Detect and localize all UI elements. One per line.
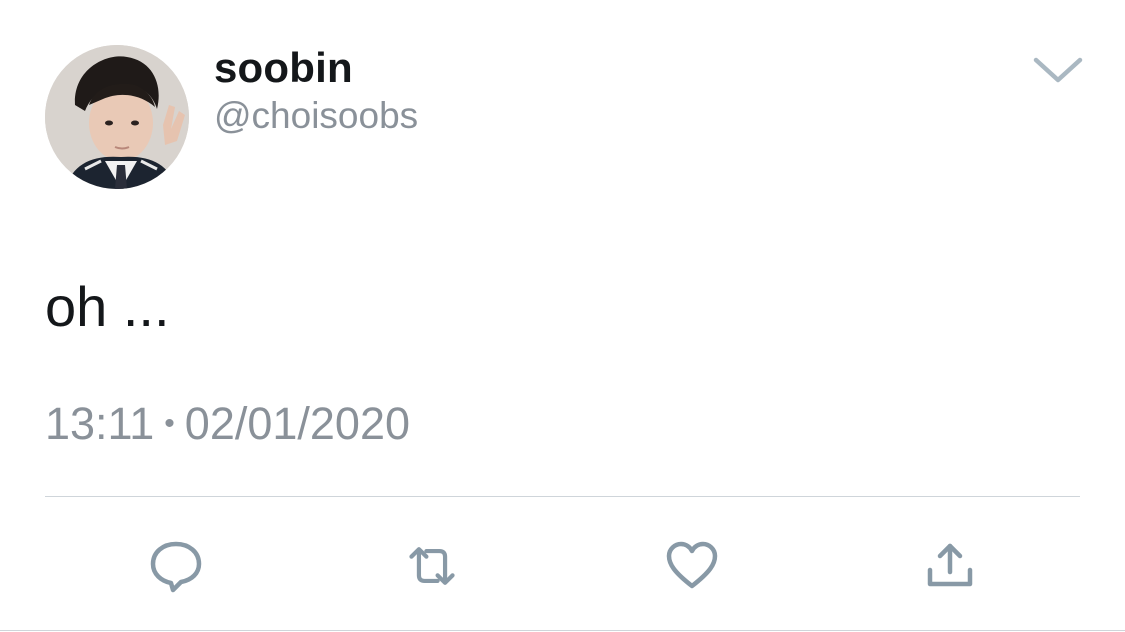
divider <box>45 496 1080 497</box>
reply-button[interactable] <box>148 538 204 594</box>
like-button[interactable] <box>664 538 720 594</box>
tweet-time: 13:11 <box>45 398 155 449</box>
avatar-photo <box>45 45 189 189</box>
chevron-down-icon <box>1033 57 1083 83</box>
reply-bubble-icon <box>150 541 202 593</box>
more-options-button[interactable] <box>1030 52 1086 88</box>
user-handle[interactable]: @choisoobs <box>214 94 418 138</box>
share-button[interactable] <box>922 538 978 594</box>
heart-icon <box>666 541 718 589</box>
retweet-button[interactable] <box>404 538 460 594</box>
tweet-timestamp[interactable]: 13:11 • 02/01/2020 <box>45 398 410 450</box>
tweet-date: 02/01/2020 <box>184 398 411 449</box>
avatar[interactable] <box>45 45 189 189</box>
display-name[interactable]: soobin <box>214 44 353 92</box>
tweet-card: soobin @choisoobs oh ... 13:11 • 02/01/202… <box>0 0 1125 632</box>
share-icon <box>927 543 973 587</box>
retweet-icon <box>409 547 455 585</box>
tweet-text: oh ... <box>45 275 170 338</box>
bottom-divider <box>0 630 1125 631</box>
timestamp-separator: • <box>164 407 175 440</box>
